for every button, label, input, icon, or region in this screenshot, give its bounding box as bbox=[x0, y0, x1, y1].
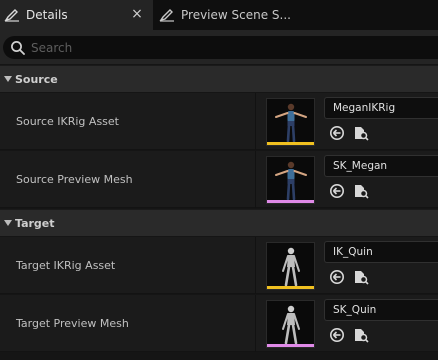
tab-details-label: Details bbox=[26, 8, 68, 22]
collapse-arrow-icon[interactable] bbox=[3, 218, 13, 228]
asset-picker-value: MeganIKRig bbox=[333, 102, 396, 114]
asset-thumbnail[interactable] bbox=[266, 98, 315, 146]
asset-picker-value: SK_Quin bbox=[333, 304, 377, 316]
tab-preview-scene-settings[interactable]: Preview Scene S... bbox=[155, 0, 438, 30]
tab-bar: Details × Preview Scene S... bbox=[0, 0, 438, 30]
browse-to-asset-icon[interactable] bbox=[352, 326, 370, 344]
category-source[interactable]: Source bbox=[0, 65, 438, 92]
browse-to-asset-icon[interactable] bbox=[352, 268, 370, 286]
search-row bbox=[0, 30, 438, 64]
use-selected-asset-arrow-icon[interactable] bbox=[328, 268, 346, 286]
asset-type-color-bar bbox=[267, 142, 314, 145]
tab-details[interactable]: Details × bbox=[0, 0, 153, 30]
asset-picker-combo[interactable]: MeganIKRig bbox=[324, 97, 438, 119]
property-label: Target Preview Mesh bbox=[16, 317, 129, 330]
column-splitter[interactable] bbox=[255, 93, 256, 150]
asset-thumbnail[interactable] bbox=[266, 242, 315, 290]
collapse-arrow-icon[interactable] bbox=[3, 74, 13, 84]
browse-to-asset-icon[interactable] bbox=[352, 182, 370, 200]
asset-actions bbox=[328, 326, 376, 344]
asset-type-color-bar bbox=[267, 344, 314, 347]
asset-actions bbox=[328, 182, 376, 200]
category-target[interactable]: Target bbox=[0, 209, 438, 236]
tab-preview-scene-label: Preview Scene S... bbox=[181, 8, 291, 22]
asset-picker-value: IK_Quin bbox=[333, 246, 373, 258]
quin-character-icon bbox=[282, 305, 300, 345]
asset-thumbnail[interactable] bbox=[266, 156, 315, 204]
use-selected-asset-arrow-icon[interactable] bbox=[328, 124, 346, 142]
asset-type-color-bar bbox=[267, 286, 314, 289]
category-label: Source bbox=[15, 72, 58, 86]
quin-character-icon bbox=[282, 247, 300, 287]
search-input[interactable] bbox=[29, 40, 409, 55]
preview-scene-icon bbox=[157, 7, 177, 23]
close-icon[interactable]: × bbox=[130, 6, 144, 22]
asset-actions bbox=[328, 124, 376, 142]
column-splitter[interactable] bbox=[255, 237, 256, 294]
property-label: Source Preview Mesh bbox=[16, 173, 133, 186]
megan-character-icon bbox=[275, 103, 307, 143]
asset-picker-value: SK_Megan bbox=[333, 160, 388, 172]
asset-picker-combo[interactable]: IK_Quin bbox=[324, 241, 438, 263]
search-box bbox=[3, 36, 438, 59]
use-selected-asset-arrow-icon[interactable] bbox=[328, 326, 346, 344]
use-selected-asset-arrow-icon[interactable] bbox=[328, 182, 346, 200]
search-icon bbox=[7, 38, 29, 58]
asset-thumbnail[interactable] bbox=[266, 300, 315, 348]
property-row-source-ikrig-asset: Source IKRig Asset MeganIKRig bbox=[0, 93, 438, 150]
property-row-source-preview-mesh: Source Preview Mesh SK_Megan bbox=[0, 151, 438, 208]
asset-picker-combo[interactable]: SK_Megan bbox=[324, 155, 438, 177]
column-splitter[interactable] bbox=[255, 151, 256, 208]
property-label: Target IKRig Asset bbox=[16, 259, 116, 272]
property-label: Source IKRig Asset bbox=[16, 115, 119, 128]
asset-actions bbox=[328, 268, 376, 286]
details-icon bbox=[2, 7, 22, 23]
category-label: Target bbox=[15, 216, 55, 230]
property-row-target-preview-mesh: Target Preview Mesh SK_Quin bbox=[0, 295, 438, 352]
column-splitter[interactable] bbox=[255, 295, 256, 352]
asset-type-color-bar bbox=[267, 200, 314, 203]
property-row-target-ikrig-asset: Target IKRig Asset IK_Quin bbox=[0, 237, 438, 294]
asset-picker-combo[interactable]: SK_Quin bbox=[324, 299, 438, 321]
megan-character-icon bbox=[275, 161, 307, 201]
browse-to-asset-icon[interactable] bbox=[352, 124, 370, 142]
